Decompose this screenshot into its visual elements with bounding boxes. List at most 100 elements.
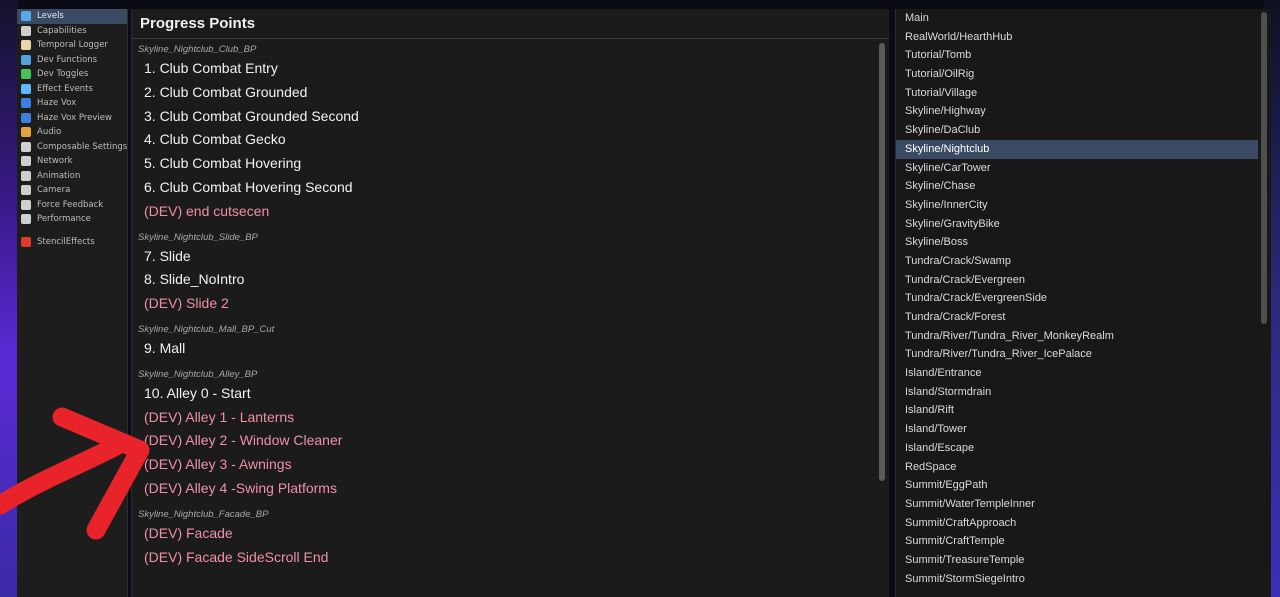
level-item[interactable]: Tutorial/Village	[896, 84, 1258, 103]
progress-point[interactable]: 2. Club Combat Grounded	[132, 81, 889, 105]
sidebar-item-effect-events[interactable]: Effect Events	[17, 82, 127, 97]
level-item[interactable]: Skyline/Chase	[896, 177, 1258, 196]
sidebar-item-label: Animation	[37, 170, 81, 181]
force-feedback-icon	[21, 199, 31, 210]
level-item[interactable]: Island/Entrance	[896, 364, 1258, 383]
progress-point[interactable]: 7. Slide	[132, 245, 889, 269]
progress-point[interactable]: 10. Alley 0 - Start	[132, 382, 889, 406]
level-item[interactable]: Tundra/River/Tundra_River_IcePalace	[896, 345, 1258, 364]
network-icon	[21, 156, 31, 167]
group-label: Skyline_Nightclub_Facade_BP	[138, 508, 269, 520]
levels-icon	[21, 11, 31, 22]
level-item[interactable]: Tundra/Crack/EvergreenSide	[896, 289, 1258, 308]
sidebar-item-label: Camera	[37, 185, 71, 196]
progress-point[interactable]: 3. Club Combat Grounded Second	[132, 105, 889, 129]
level-item[interactable]: Tundra/River/Tundra_River_MonkeyRealm	[896, 327, 1258, 346]
level-item[interactable]: Skyline/CarTower	[896, 159, 1258, 178]
level-item[interactable]: Summit/EggPath	[896, 476, 1258, 495]
level-item[interactable]: Skyline/Highway	[896, 102, 1258, 121]
progress-point[interactable]: 6. Club Combat Hovering Second	[132, 176, 889, 200]
progress-point[interactable]: 8. Slide_NoIntro	[132, 268, 889, 292]
level-item[interactable]: Tundra/Crack/Forest	[896, 308, 1258, 327]
sidebar-item-label: Haze Vox	[37, 98, 77, 109]
dev-progress-point[interactable]: (DEV) Facade	[132, 522, 889, 546]
level-item[interactable]: Tundra/Crack/Evergreen	[896, 271, 1258, 290]
sidebar-item-label: Audio	[37, 127, 62, 138]
dev-progress-point[interactable]: (DEV) Slide 2	[132, 292, 889, 316]
sidebar-item-dev-toggles[interactable]: Dev Toggles	[17, 67, 127, 82]
level-item[interactable]: Skyline/Boss	[896, 233, 1258, 252]
sidebar-item-label: Network	[37, 156, 73, 167]
dev-progress-point[interactable]: (DEV) Alley 3 - Awnings	[132, 453, 889, 477]
sidebar-item-label: StencilEffects	[37, 236, 95, 247]
progress-scrollbar[interactable]	[879, 43, 885, 481]
background-left-edge	[0, 0, 18, 597]
sidebar-item-label: Haze Vox Preview	[37, 112, 112, 123]
progress-points-list: Skyline_Nightclub_Club_BP 1. Club Combat …	[132, 42, 889, 569]
level-item[interactable]: Island/Tower	[896, 420, 1258, 439]
sidebar-item-label: Capabilities	[37, 25, 87, 36]
level-item[interactable]: Skyline/Nightclub	[896, 139, 1258, 159]
level-item[interactable]: Main	[896, 9, 1258, 28]
level-item[interactable]: Tutorial/OilRig	[896, 65, 1258, 84]
level-item[interactable]: Island/Escape	[896, 439, 1258, 458]
functions-icon	[21, 54, 31, 65]
effect-icon	[21, 83, 31, 94]
sidebar-item-force-feedback[interactable]: Force Feedback	[17, 198, 127, 213]
levels-scrollbar[interactable]	[1261, 12, 1267, 324]
debug-sidebar: Levels Capabilities Temporal Logger Dev Fun…	[17, 9, 128, 597]
audio-icon	[21, 127, 31, 138]
level-item[interactable]: Tundra/Crack/Swamp	[896, 252, 1258, 271]
level-item[interactable]: Skyline/GravityBike	[896, 215, 1258, 234]
sidebar-item-levels[interactable]: Levels	[17, 9, 127, 24]
group-label: Skyline_Nightclub_Alley_BP	[138, 368, 258, 380]
dev-progress-point[interactable]: (DEV) Alley 1 - Lanterns	[132, 406, 889, 430]
sidebar-item-dev-functions[interactable]: Dev Functions	[17, 53, 127, 68]
level-item[interactable]: Summit/CraftApproach	[896, 514, 1258, 533]
progress-point[interactable]: 5. Club Combat Hovering	[132, 152, 889, 176]
sidebar-item-camera[interactable]: Camera	[17, 183, 127, 198]
sidebar-item-capabilities[interactable]: Capabilities	[17, 24, 127, 39]
sidebar-item-label: Performance	[37, 214, 91, 225]
sidebar-item-audio[interactable]: Audio	[17, 125, 127, 140]
level-item[interactable]: Summit/CraftTemple	[896, 532, 1258, 551]
page-title: Progress Points	[140, 15, 256, 32]
levels-list-panel: Main RealWorld/HearthHub Tutorial/Tomb Tuto…	[895, 9, 1271, 597]
level-item[interactable]: RealWorld/HearthHub	[896, 28, 1258, 47]
group-label: Skyline_Nightclub_Slide_BP	[138, 231, 258, 243]
hourglass-icon	[21, 40, 31, 51]
progress-point[interactable]: 9. Mall	[132, 337, 889, 361]
dev-progress-point[interactable]: (DEV) Facade SideScroll End	[132, 546, 889, 570]
sidebar-item-haze-vox[interactable]: Haze Vox	[17, 96, 127, 111]
progress-point[interactable]: 1. Club Combat Entry	[132, 57, 889, 81]
stencil-effects-icon	[21, 236, 31, 247]
dev-progress-point[interactable]: (DEV) Alley 4 -Swing Platforms	[132, 477, 889, 501]
dev-progress-point[interactable]: (DEV) end cutsecen	[132, 200, 889, 224]
level-item[interactable]: Skyline/DaClub	[896, 121, 1258, 140]
level-item[interactable]: Summit/WaterTempleInner	[896, 495, 1258, 514]
level-item[interactable]: Tutorial/Tomb	[896, 46, 1258, 65]
level-item[interactable]: Summit/TreasureTemple	[896, 551, 1258, 570]
haze-icon	[21, 98, 31, 109]
progress-point[interactable]: 4. Club Combat Gecko	[132, 128, 889, 152]
sidebar-item-performance[interactable]: Performance	[17, 212, 127, 227]
haze-preview-icon	[21, 112, 31, 123]
sidebar-item-label: Composable Settings	[37, 141, 128, 152]
sidebar-item-composable-settings[interactable]: Composable Settings	[17, 140, 127, 155]
level-item[interactable]: Island/Rift	[896, 401, 1258, 420]
sidebar-item-animation[interactable]: Animation	[17, 169, 127, 184]
level-item[interactable]: RedSpace	[896, 458, 1258, 477]
performance-icon	[21, 214, 31, 225]
level-item[interactable]: Island/Stormdrain	[896, 383, 1258, 402]
group-label: Skyline_Nightclub_Mall_BP_Cut	[138, 323, 275, 335]
sidebar-item-network[interactable]: Network	[17, 154, 127, 169]
sidebar-item-stencileffects[interactable]: StencilEffects	[17, 235, 127, 250]
sidebar-item-haze-vox-preview[interactable]: Haze Vox Preview	[17, 111, 127, 126]
level-item[interactable]: Summit/StormSiegeIntro	[896, 570, 1258, 589]
sidebar-item-temporal-logger[interactable]: Temporal Logger	[17, 38, 127, 53]
capabilities-icon	[21, 25, 31, 36]
dev-progress-point[interactable]: (DEV) Alley 2 - Window Cleaner	[132, 429, 889, 453]
sidebar-item-label: Force Feedback	[37, 199, 104, 210]
level-item[interactable]: Skyline/InnerCity	[896, 196, 1258, 215]
